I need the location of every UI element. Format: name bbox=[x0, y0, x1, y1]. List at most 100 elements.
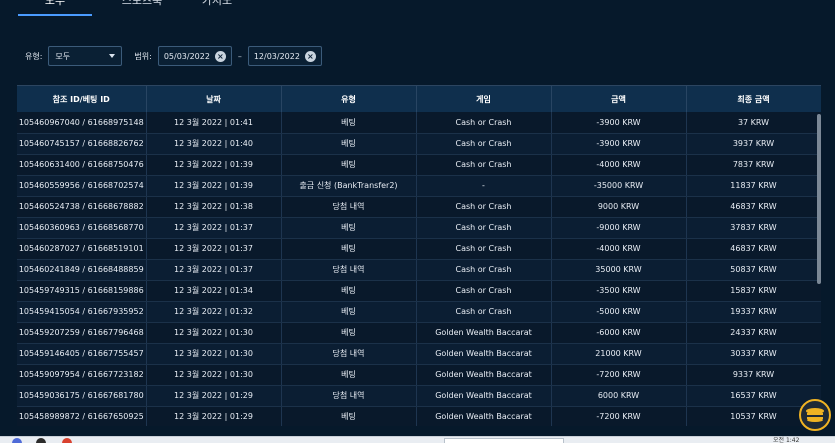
ref-bet-id-cell: 105459207259 / 61667796468 bbox=[17, 322, 147, 344]
tab-sportsbook[interactable]: 스포츠북 bbox=[92, 0, 192, 16]
tab-bar: 모두 스포츠북 카지노 bbox=[0, 0, 835, 16]
type-cell: 베팅 bbox=[281, 406, 417, 426]
amount-cell: -35000 KRW bbox=[551, 175, 687, 197]
ref-bet-id-cell: 105459415054 / 61667935952 bbox=[17, 301, 147, 323]
transactions-table-container[interactable]: 참조 ID/베팅 ID 날짜 유형 게임 금액 최종 금액 105460967040 / … bbox=[17, 85, 821, 426]
table-scrollbar[interactable] bbox=[817, 114, 821, 284]
transactions-table: 참조 ID/베팅 ID 날짜 유형 게임 금액 최종 금액 105460967040 / … bbox=[17, 86, 821, 426]
date-from-field[interactable]: 05/03/2022 × bbox=[157, 46, 232, 66]
amount-cell: -3500 KRW bbox=[551, 280, 687, 302]
amount-cell: -3900 KRW bbox=[551, 112, 687, 134]
game-cell: - bbox=[416, 175, 552, 197]
type-cell: 당첨 내역 bbox=[281, 196, 417, 218]
caret-down-icon bbox=[109, 54, 116, 58]
type-cell: 베팅 bbox=[281, 112, 417, 134]
game-cell: Golden Wealth Baccarat bbox=[416, 364, 552, 386]
game-cell: Cash or Crash bbox=[416, 217, 552, 239]
table-row: 105459097954 / 61667723182 12 3월 2022 | 0… bbox=[17, 364, 821, 386]
tab-all[interactable]: 모두 bbox=[18, 0, 92, 16]
table-row: 105460360963 / 61668568770 12 3월 2022 | 0… bbox=[17, 217, 821, 239]
date-cell: 12 3월 2022 | 01:38 bbox=[146, 196, 282, 218]
balance-cell: 15837 KRW bbox=[686, 280, 821, 302]
date-from-value: 05/03/2022 bbox=[163, 51, 210, 61]
date-cell: 12 3월 2022 | 01:41 bbox=[146, 112, 282, 134]
type-cell: 베팅 bbox=[281, 217, 417, 239]
column-header: 날짜 bbox=[146, 86, 282, 112]
date-to-field[interactable]: 12/03/2022 × bbox=[247, 46, 322, 66]
balance-cell: 16537 KRW bbox=[686, 385, 821, 407]
ref-bet-id-cell: 105459097954 / 61667723182 bbox=[17, 364, 147, 386]
taskbar-app-icon[interactable] bbox=[62, 438, 72, 443]
type-cell: 베팅 bbox=[281, 280, 417, 302]
column-header: 금액 bbox=[551, 86, 687, 112]
table-row: 105459036175 / 61667681780 12 3월 2022 | 0… bbox=[17, 385, 821, 407]
balance-cell: 37 KRW bbox=[686, 112, 821, 134]
game-cell: Cash or Crash bbox=[416, 154, 552, 176]
game-cell: Cash or Crash bbox=[416, 112, 552, 134]
table-row: 105459415054 / 61667935952 12 3월 2022 | 0… bbox=[17, 301, 821, 323]
balance-cell: 46837 KRW bbox=[686, 238, 821, 260]
taskbar-app-icon[interactable] bbox=[36, 438, 46, 443]
type-select[interactable]: 모두 bbox=[48, 46, 123, 66]
game-cell: Cash or Crash bbox=[416, 133, 552, 155]
balance-cell: 19337 KRW bbox=[686, 301, 821, 323]
type-select-value: 모두 bbox=[55, 51, 71, 61]
column-header: 게임 bbox=[416, 86, 552, 112]
date-to-value: 12/03/2022 bbox=[253, 51, 300, 61]
column-header: 참조 ID/베팅 ID bbox=[17, 86, 147, 112]
amount-cell: 21000 KRW bbox=[551, 343, 687, 365]
amount-cell: 6000 KRW bbox=[551, 385, 687, 407]
tab-casino[interactable]: 카지노 bbox=[192, 0, 242, 16]
date-cell: 12 3월 2022 | 01:30 bbox=[146, 322, 282, 344]
amount-cell: 9000 KRW bbox=[551, 196, 687, 218]
column-header: 유형 bbox=[281, 86, 417, 112]
date-cell: 12 3월 2022 | 01:40 bbox=[146, 133, 282, 155]
helper-icon bbox=[806, 408, 824, 422]
balance-cell: 24337 KRW bbox=[686, 322, 821, 344]
table-row: 105460967040 / 61668975148 12 3월 2022 | 0… bbox=[17, 112, 821, 134]
balance-cell: 46837 KRW bbox=[686, 196, 821, 218]
balance-cell: 30337 KRW bbox=[686, 343, 821, 365]
type-cell: 출금 신청 (BankTransfer2) bbox=[281, 175, 417, 197]
floating-helper-button[interactable] bbox=[799, 399, 831, 431]
table-row: 105460631400 / 61668750476 12 3월 2022 | 0… bbox=[17, 154, 821, 176]
type-cell: 베팅 bbox=[281, 133, 417, 155]
table-row: 105460524738 / 61668678882 12 3월 2022 | 0… bbox=[17, 196, 821, 218]
amount-cell: -3900 KRW bbox=[551, 133, 687, 155]
range-filter-label: 범위: bbox=[134, 51, 152, 61]
ref-bet-id-cell: 105459036175 / 61667681780 bbox=[17, 385, 147, 407]
type-cell: 베팅 bbox=[281, 154, 417, 176]
amount-cell: -6000 KRW bbox=[551, 322, 687, 344]
type-cell: 베팅 bbox=[281, 364, 417, 386]
ref-bet-id-cell: 105458989872 / 61667650925 bbox=[17, 406, 147, 426]
type-cell: 당첨 내역 bbox=[281, 259, 417, 281]
date-cell: 12 3월 2022 | 01:37 bbox=[146, 217, 282, 239]
ref-bet-id-cell: 105460967040 / 61668975148 bbox=[17, 112, 147, 134]
amount-cell: 35000 KRW bbox=[551, 259, 687, 281]
column-header: 최종 금액 bbox=[686, 86, 821, 112]
balance-cell: 9337 KRW bbox=[686, 364, 821, 386]
ref-bet-id-cell: 105460559956 / 61668702574 bbox=[17, 175, 147, 197]
table-row: 105459146405 / 61667755457 12 3월 2022 | 0… bbox=[17, 343, 821, 365]
ref-bet-id-cell: 105460287027 / 61668519101 bbox=[17, 238, 147, 260]
os-taskbar: 오전 1:42 bbox=[0, 436, 835, 443]
clear-date-from-icon[interactable]: × bbox=[214, 50, 226, 62]
date-cell: 12 3월 2022 | 01:32 bbox=[146, 301, 282, 323]
game-cell: Cash or Crash bbox=[416, 196, 552, 218]
ref-bet-id-cell: 105460631400 / 61668750476 bbox=[17, 154, 147, 176]
table-header-row: 참조 ID/베팅 ID 날짜 유형 게임 금액 최종 금액 bbox=[17, 86, 821, 112]
start-icon[interactable] bbox=[12, 438, 22, 443]
taskbar-search-box[interactable] bbox=[444, 438, 564, 443]
balance-cell: 3937 KRW bbox=[686, 133, 821, 155]
amount-cell: -4000 KRW bbox=[551, 154, 687, 176]
date-cell: 12 3월 2022 | 01:39 bbox=[146, 175, 282, 197]
type-cell: 당첨 내역 bbox=[281, 385, 417, 407]
amount-cell: -4000 KRW bbox=[551, 238, 687, 260]
clear-date-to-icon[interactable]: × bbox=[304, 50, 316, 62]
amount-cell: -7200 KRW bbox=[551, 364, 687, 386]
balance-cell: 11837 KRW bbox=[686, 175, 821, 197]
type-cell: 당첨 내역 bbox=[281, 343, 417, 365]
game-cell: Cash or Crash bbox=[416, 280, 552, 302]
game-cell: Cash or Crash bbox=[416, 301, 552, 323]
ref-bet-id-cell: 105460524738 / 61668678882 bbox=[17, 196, 147, 218]
